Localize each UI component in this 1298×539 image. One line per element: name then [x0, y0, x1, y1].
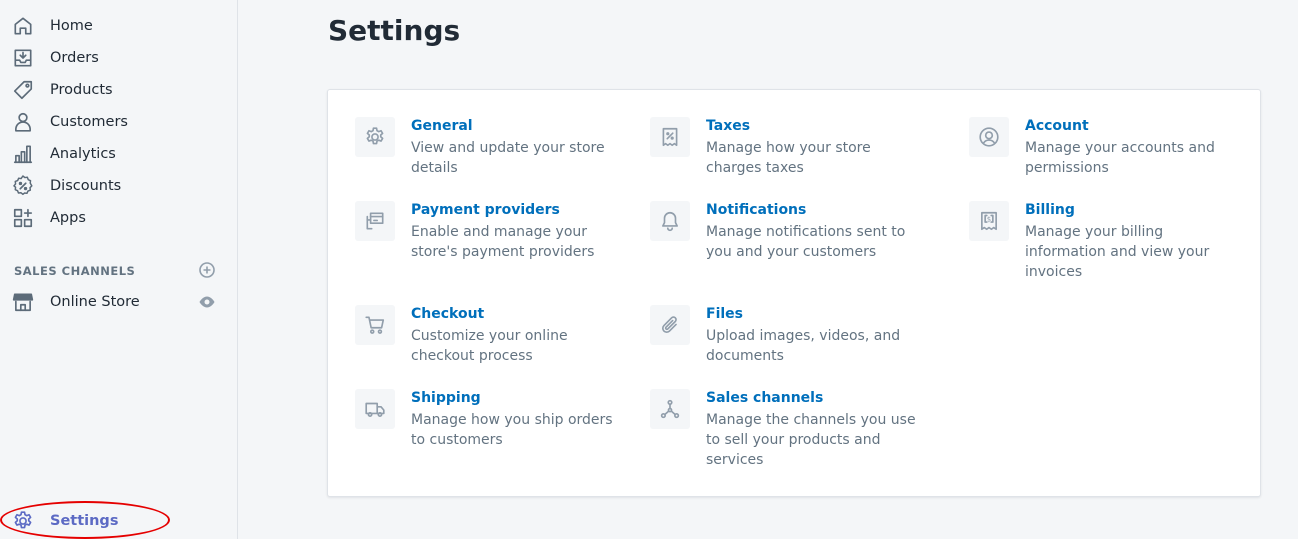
setting-title: Sales channels: [706, 390, 824, 406]
sidebar-item-label: Discounts: [50, 178, 122, 194]
inbox-download-icon: [12, 47, 34, 69]
person-icon: [12, 111, 34, 133]
sidebar-item-label: Home: [50, 18, 93, 34]
add-sales-channel-icon[interactable]: [198, 261, 216, 279]
bar-chart-icon: [12, 143, 34, 165]
sidebar-item-label: Analytics: [50, 146, 116, 162]
setting-description: Manage the channels you use to sell your…: [706, 412, 916, 468]
setting-files[interactable]: Files Upload images, videos, and documen…: [650, 305, 920, 365]
setting-description: Manage notifications sent to you and you…: [706, 224, 906, 260]
setting-description: View and update your store details: [411, 140, 605, 176]
setting-title: Payment providers: [411, 202, 560, 218]
sidebar-item-products[interactable]: Products: [0, 74, 237, 106]
truck-icon: [355, 389, 395, 429]
sidebar-item-apps[interactable]: Apps: [0, 202, 237, 234]
profile-circle-icon: [969, 117, 1009, 157]
setting-description: Customize your online checkout process: [411, 328, 568, 364]
setting-title: Billing: [1025, 202, 1075, 218]
setting-description: Manage how you ship orders to customers: [411, 412, 613, 448]
sidebar-item-label: Orders: [50, 50, 99, 66]
setting-sales-channels[interactable]: Sales channels Manage the channels you u…: [650, 389, 920, 469]
setting-title: Account: [1025, 118, 1089, 134]
sidebar-item-customers[interactable]: Customers: [0, 106, 237, 138]
view-store-eye-icon[interactable]: [198, 293, 216, 311]
setting-shipping[interactable]: Shipping Manage how you ship orders to c…: [355, 389, 625, 449]
setting-title: Shipping: [411, 390, 481, 406]
sales-channels-heading: SALES CHANNELS: [14, 264, 136, 278]
apps-grid-icon: [12, 207, 34, 229]
sidebar-item-orders[interactable]: Orders: [0, 42, 237, 74]
setting-notifications[interactable]: Notifications Manage notifications sent …: [650, 201, 920, 261]
paperclip-icon: [650, 305, 690, 345]
setting-title: Files: [706, 306, 743, 322]
cart-icon: [355, 305, 395, 345]
setting-description: Manage how your store charges taxes: [706, 140, 871, 176]
receipt-percent-icon: [650, 117, 690, 157]
sidebar-item-label: Settings: [50, 513, 119, 529]
setting-billing[interactable]: $ Billing Manage your billing informatio…: [969, 201, 1239, 281]
credit-card-icon: [355, 201, 395, 241]
discount-badge-icon: [12, 175, 34, 197]
gear-icon: [355, 117, 395, 157]
home-icon: [12, 15, 34, 37]
sidebar-item-label: Apps: [50, 210, 86, 226]
gear-icon: [12, 510, 34, 532]
setting-description: Manage your billing information and view…: [1025, 224, 1210, 280]
setting-title: Taxes: [706, 118, 751, 134]
setting-general[interactable]: General View and update your store detai…: [355, 117, 625, 177]
sidebar-item-label: Online Store: [50, 294, 140, 310]
page-title: Settings: [328, 14, 461, 47]
setting-title: Notifications: [706, 202, 807, 218]
sidebar-item-analytics[interactable]: Analytics: [0, 138, 237, 170]
setting-description: Enable and manage your store's payment p…: [411, 224, 595, 260]
sidebar-item-settings[interactable]: Settings: [0, 505, 237, 537]
setting-payment-providers[interactable]: Payment providers Enable and manage your…: [355, 201, 625, 261]
bell-icon: [650, 201, 690, 241]
setting-description: Upload images, videos, and documents: [706, 328, 901, 364]
invoice-dollar-icon: $: [969, 201, 1009, 241]
channels-icon: [650, 389, 690, 429]
sidebar-item-home[interactable]: Home: [0, 10, 237, 42]
tag-icon: [12, 79, 34, 101]
setting-checkout[interactable]: Checkout Customize your online checkout …: [355, 305, 625, 365]
setting-title: Checkout: [411, 306, 485, 322]
sidebar-item-discounts[interactable]: Discounts: [0, 170, 237, 202]
settings-card: General View and update your store detai…: [327, 89, 1261, 497]
setting-title: General: [411, 118, 473, 134]
setting-description: Manage your accounts and permissions: [1025, 140, 1215, 176]
storefront-icon: [12, 291, 34, 313]
sidebar-item-label: Products: [50, 82, 113, 98]
setting-taxes[interactable]: Taxes Manage how your store charges taxe…: [650, 117, 920, 177]
setting-account[interactable]: Account Manage your accounts and permiss…: [969, 117, 1239, 177]
svg-text:$: $: [987, 216, 991, 224]
sidebar-item-label: Customers: [50, 114, 128, 130]
sidebar-nav: Home Orders Products Customers Analytics…: [0, 0, 238, 539]
